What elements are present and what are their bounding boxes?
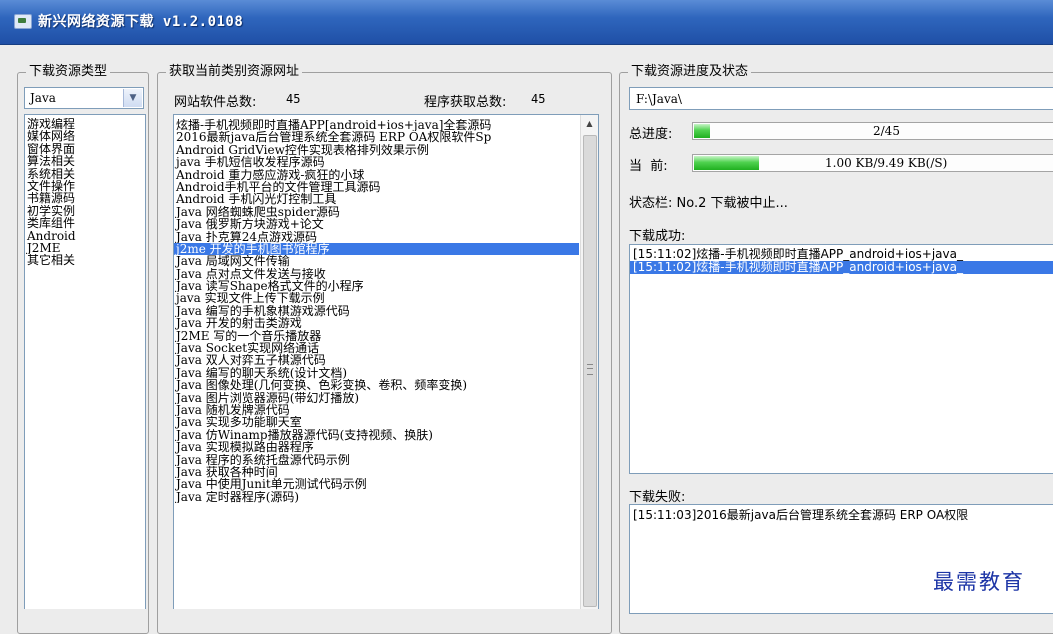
success-label: 下载成功: xyxy=(629,229,686,244)
resource-list-item[interactable]: Android 重力感应游戏-疯狂的小球 xyxy=(174,169,579,181)
success-log[interactable]: [15:11:02]炫播-手机视频即时直播APP_android+ios+jav… xyxy=(629,244,1053,474)
resource-list-item[interactable]: java 实现文件上传下载示例 xyxy=(174,292,579,304)
success-log-item[interactable]: [15:11:02]炫播-手机视频即时直播APP_android+ios+jav… xyxy=(630,261,1053,274)
category-list-item[interactable]: 文件操作 xyxy=(25,180,145,192)
category-list-item[interactable]: 媒体网络 xyxy=(25,130,145,142)
category-list-item[interactable]: 类库组件 xyxy=(25,217,145,229)
resource-list-item[interactable]: Java 随机发牌源代码 xyxy=(174,404,579,416)
total-progress-fill xyxy=(694,124,710,138)
scrollbar-thumb[interactable] xyxy=(583,135,597,607)
resource-list-item[interactable]: Java 网络蜘蛛爬虫spider源码 xyxy=(174,206,579,218)
resource-list-item[interactable]: Java 编写的手机象棋游戏源代码 xyxy=(174,305,579,317)
category-select[interactable]: Java ▼ xyxy=(24,87,144,109)
category-list-item[interactable]: 初学实例 xyxy=(25,205,145,217)
download-path-field[interactable]: F:\Java\ xyxy=(629,87,1053,110)
download-path-value: F:\Java\ xyxy=(636,92,682,106)
resource-list-item[interactable]: Java 俄罗斯方块游戏+论文 xyxy=(174,218,579,230)
resource-list-item[interactable]: Java 仿Winamp播放器源代码(支持视频、换肤) xyxy=(174,429,579,441)
category-select-value: Java xyxy=(30,91,56,105)
resource-group-legend: 获取当前类别资源网址 xyxy=(166,64,303,80)
total-progress-label: 总进度: xyxy=(629,127,673,142)
resource-list-item[interactable]: 炫播-手机视频即时直播APP[android+ios+java]全套源码 xyxy=(174,119,579,131)
resource-list-item[interactable]: Java 开发的射击类游戏 xyxy=(174,317,579,329)
resource-list-item[interactable]: Android 手机闪光灯控制工具 xyxy=(174,193,579,205)
status-bar-text: 状态栏: No.2 下载被中止... xyxy=(629,196,788,211)
category-list-item[interactable]: Android xyxy=(25,230,145,242)
resource-list-item[interactable]: java 手机短信收发程序源码 xyxy=(174,156,579,168)
resource-list-scrollbar[interactable]: ▲ xyxy=(580,115,598,609)
app-icon xyxy=(14,14,32,29)
category-list-item[interactable]: 窗体界面 xyxy=(25,143,145,155)
title-bar[interactable]: 新兴网络资源下载 v1.2.0108 xyxy=(0,0,1053,45)
resource-list-item[interactable]: Java Socket实现网络通话 xyxy=(174,342,579,354)
resource-list-item[interactable]: J2ME 写的一个音乐播放器 xyxy=(174,330,579,342)
resource-list-item[interactable]: Android GridView控件实现表格排列效果示例 xyxy=(174,144,579,156)
resource-list-item[interactable]: Java 编写的聊天系统(设计文档) xyxy=(174,367,579,379)
category-list-item[interactable]: 游戏编程 xyxy=(25,118,145,130)
resource-list-item[interactable]: Java 图片浏览器源码(带幻灯播放) xyxy=(174,392,579,404)
resource-list-item[interactable]: 2016最新java后台管理系统全套源码 ERP OA权限软件Sp xyxy=(174,131,579,143)
resource-list-item[interactable]: Java 中使用Junit单元测试代码示例 xyxy=(174,478,579,490)
chevron-down-icon[interactable]: ▼ xyxy=(123,89,142,107)
category-list[interactable]: 游戏编程 媒体网络 窗体界面 算法相关 系统相关 文件操作 书籍源码 初学实例 类库组件 Andr… xyxy=(24,114,146,609)
resource-list-item[interactable]: Java 双人对弈五子棋源代码 xyxy=(174,354,579,366)
total-progress-bar: 2/45 xyxy=(692,122,1053,140)
program-total-value: 45 xyxy=(531,92,546,106)
category-list-item[interactable]: 算法相关 xyxy=(25,155,145,167)
scroll-up-icon[interactable]: ▲ xyxy=(581,115,598,132)
resource-list[interactable]: 炫播-手机视频即时直播APP[android+ios+java]全套源码 2016… xyxy=(173,114,599,609)
category-list-item[interactable]: 其它相关 xyxy=(25,254,145,266)
success-log-item[interactable]: [15:11:02]炫播-手机视频即时直播APP_android+ios+jav… xyxy=(630,248,1053,261)
grip-icon xyxy=(587,364,593,375)
current-progress-text: 1.00 KB/9.49 KB(/S) xyxy=(825,156,948,170)
resource-list-item[interactable]: Java 定时器程序(源码) xyxy=(174,491,579,503)
watermark-text: 最需教育 xyxy=(933,570,1025,594)
resource-list-item[interactable]: Java 局域网文件传输 xyxy=(174,255,579,267)
status-group-legend: 下载资源进度及状态 xyxy=(628,64,752,80)
resource-list-item[interactable]: Java 实现模拟路由器程序 xyxy=(174,441,579,453)
current-progress-label: 当 前: xyxy=(629,159,668,174)
program-total-label: 程序获取总数: xyxy=(424,95,507,110)
window-title: 新兴网络资源下载 v1.2.0108 xyxy=(38,14,244,30)
site-total-label: 网站软件总数: xyxy=(174,95,257,110)
resource-list-item[interactable]: Java 读写Shape格式文件的小程序 xyxy=(174,280,579,292)
resource-list-item[interactable]: Java 点对点文件发送与接收 xyxy=(174,268,579,280)
resource-list-item[interactable]: Java 程序的系统托盘源代码示例 xyxy=(174,454,579,466)
resource-list-item[interactable]: Java 扑克算24点游戏源码 xyxy=(174,231,579,243)
category-list-item[interactable]: J2ME xyxy=(25,242,145,254)
failure-label: 下载失败: xyxy=(629,490,686,505)
failure-log-item[interactable]: [15:11:03]2016最新java后台管理系统全套源码 ERP OA权限 xyxy=(630,509,1053,522)
resource-list-item[interactable]: Java 获取各种时间 xyxy=(174,466,579,478)
category-list-item[interactable]: 系统相关 xyxy=(25,168,145,180)
total-progress-text: 2/45 xyxy=(873,124,900,138)
current-progress-fill xyxy=(694,156,759,170)
failure-log[interactable]: [15:11:03]2016最新java后台管理系统全套源码 ERP OA权限 xyxy=(629,504,1053,614)
category-group-legend: 下载资源类型 xyxy=(26,64,111,80)
resource-list-item[interactable]: Java 图像处理(几何变换、色彩变换、卷积、频率变换) xyxy=(174,379,579,391)
category-list-item[interactable]: 书籍源码 xyxy=(25,192,145,204)
site-total-value: 45 xyxy=(286,92,301,106)
resource-list-item[interactable]: Java 实现多功能聊天室 xyxy=(174,416,579,428)
current-progress-bar: 1.00 KB/9.49 KB(/S) xyxy=(692,154,1053,172)
resource-list-item[interactable]: Android手机平台的文件管理工具源码 xyxy=(174,181,579,193)
resource-list-item[interactable]: j2me 开发的手机图书馆程序 xyxy=(174,242,579,256)
